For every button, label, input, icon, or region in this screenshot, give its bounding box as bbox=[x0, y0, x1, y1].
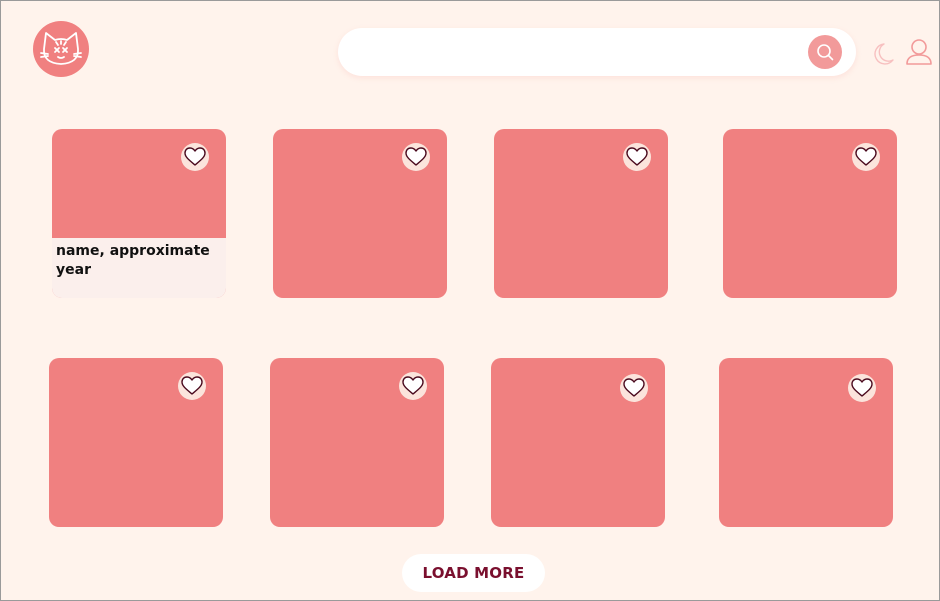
heart-icon bbox=[402, 376, 424, 395]
heart-icon bbox=[181, 376, 203, 395]
heart-icon bbox=[626, 147, 648, 166]
gallery-card[interactable] bbox=[494, 129, 668, 298]
theme-toggle[interactable] bbox=[871, 41, 895, 67]
favorite-button[interactable] bbox=[402, 143, 430, 171]
card-caption: name, approximate year bbox=[52, 238, 226, 298]
search-input[interactable] bbox=[358, 36, 802, 70]
heart-icon bbox=[184, 147, 206, 166]
heart-icon bbox=[855, 147, 877, 166]
profile-button[interactable] bbox=[905, 38, 933, 68]
gallery-card[interactable] bbox=[723, 129, 897, 298]
favorite-button[interactable] bbox=[181, 143, 209, 171]
gallery-card[interactable] bbox=[49, 358, 223, 527]
heart-icon bbox=[851, 378, 873, 397]
favorite-button[interactable] bbox=[178, 372, 206, 400]
search-bar bbox=[338, 28, 856, 76]
favorite-button[interactable] bbox=[623, 143, 651, 171]
load-more-button[interactable]: LOAD MORE bbox=[402, 554, 545, 592]
gallery-card[interactable] bbox=[719, 358, 893, 527]
favorite-button[interactable] bbox=[848, 374, 876, 402]
gallery-card[interactable]: name, approximate year bbox=[52, 129, 226, 298]
user-icon bbox=[906, 39, 932, 65]
favorite-button[interactable] bbox=[620, 374, 648, 402]
favorite-button[interactable] bbox=[852, 143, 880, 171]
cat-face-icon bbox=[40, 32, 82, 65]
favorite-button[interactable] bbox=[399, 372, 427, 400]
search-icon bbox=[817, 44, 834, 61]
heart-icon bbox=[623, 378, 645, 397]
gallery-card[interactable] bbox=[273, 129, 447, 298]
moon-icon bbox=[874, 43, 894, 65]
gallery-card[interactable] bbox=[270, 358, 444, 527]
heart-icon bbox=[405, 147, 427, 166]
search-button[interactable] bbox=[808, 35, 842, 69]
gallery-card[interactable] bbox=[491, 358, 665, 527]
app-logo[interactable] bbox=[33, 21, 89, 77]
